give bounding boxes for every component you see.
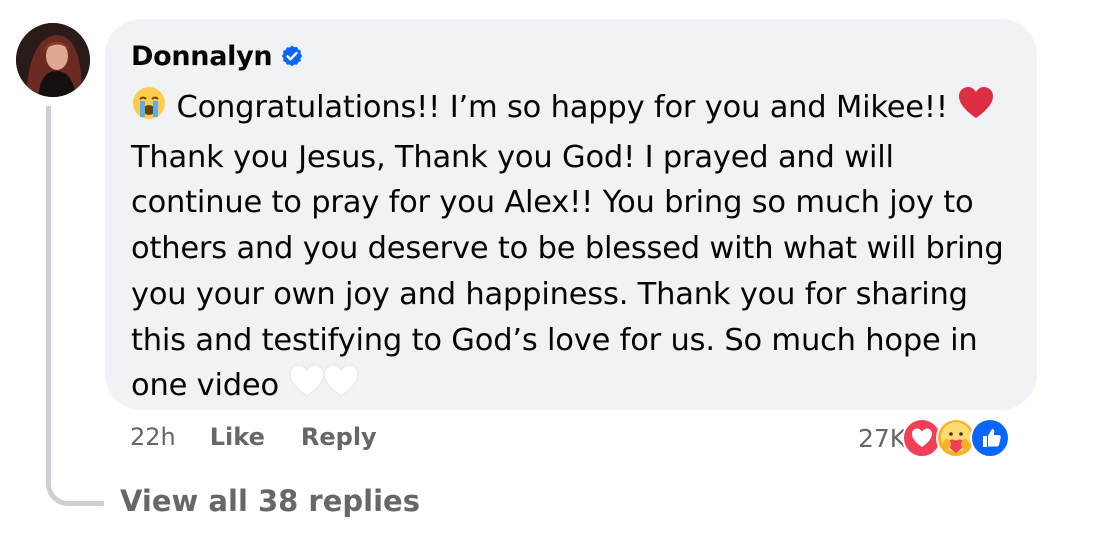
- timestamp-link[interactable]: 22h: [130, 423, 176, 451]
- comment-line: others and you deserve to be blessed wit…: [131, 231, 1004, 267]
- comment-actions: 22h Like Reply: [130, 423, 377, 451]
- like-button[interactable]: Like: [210, 423, 265, 451]
- reply-button[interactable]: Reply: [301, 423, 377, 451]
- view-all-replies-link[interactable]: View all 38 replies: [120, 484, 420, 518]
- avatar[interactable]: [16, 23, 90, 97]
- like-reaction-icon: [970, 418, 1011, 458]
- comment-line: Thank you Jesus, Thank you God! I prayed…: [131, 139, 894, 175]
- reaction-count: 27K: [858, 423, 907, 453]
- author-row: Donnalyn: [131, 39, 1013, 73]
- thread-connector-line: [46, 106, 104, 506]
- author-name[interactable]: Donnalyn: [131, 41, 273, 72]
- comment-line-text: Congratulations!! I’m so happy for you a…: [176, 90, 949, 125]
- comment-line: one video: [131, 363, 1013, 413]
- white-heart-emoji: [288, 363, 326, 413]
- reactions-summary[interactable]: 27K: [858, 418, 1011, 458]
- red-heart-emoji: [957, 85, 995, 135]
- comment-line: this and testifying to God’s love for us…: [131, 322, 978, 358]
- comment-line-text: one video: [131, 368, 279, 404]
- white-heart-emoji: [322, 363, 360, 413]
- loudly-crying-face-emoji: [131, 85, 167, 135]
- comment-line: Congratulations!! I’m so happy for you a…: [131, 85, 1013, 135]
- comment-line: you your own joy and happiness. Thank yo…: [131, 276, 968, 312]
- comment-line: continue to pray for you Alex!! You brin…: [131, 185, 974, 221]
- verified-badge-icon: [280, 44, 304, 68]
- comment-text: Congratulations!! I’m so happy for you a…: [131, 85, 1013, 413]
- comment-bubble: Donnalyn Congratulations!! I’m so happy …: [105, 19, 1037, 410]
- profile-avatar-icon: [16, 23, 90, 97]
